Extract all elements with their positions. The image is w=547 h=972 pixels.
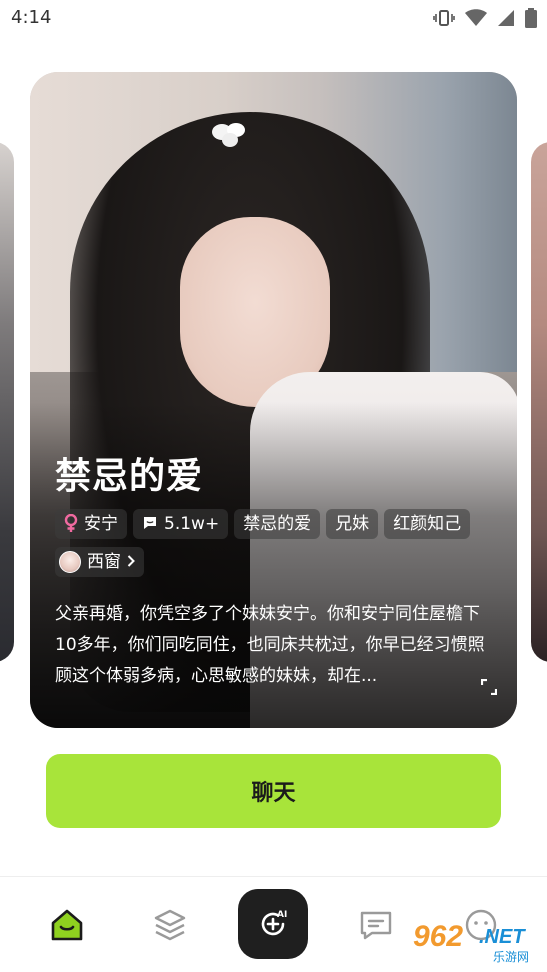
tag-label: 5.1w+ [164, 514, 220, 534]
chat-button[interactable]: 聊天 [46, 754, 501, 828]
vibrate-icon [433, 9, 455, 31]
home-icon [51, 909, 83, 941]
character-card[interactable]: 禁忌的爱 安宁 5.1w+ 禁忌的爱 兄妹 红颜知己 西窗 父亲再婚，你凭空多了… [30, 72, 517, 728]
hair-clip-decoration [212, 123, 245, 147]
card-description: 父亲再婚，你凭空多了个妹妹安宁。你和安宁同住屋檐下10多年，你们同吃同住，也同床… [55, 604, 485, 686]
author-avatar [59, 551, 81, 573]
card-title: 禁忌的爱 [55, 456, 204, 497]
author-name: 西窗 [87, 552, 121, 572]
battery-icon [525, 8, 537, 32]
status-time: 4:14 [11, 7, 52, 28]
layers-icon [154, 909, 186, 941]
nav-messages[interactable] [358, 907, 394, 943]
author-tag[interactable]: 西窗 [55, 547, 144, 577]
tag-chat-count: 5.1w+ [133, 509, 229, 539]
tag-row: 安宁 5.1w+ 禁忌的爱 兄妹 红颜知己 西窗 [55, 509, 505, 577]
previous-card-peek[interactable] [0, 142, 14, 662]
ai-create-icon: AI [261, 910, 287, 936]
chat-count-icon [142, 515, 158, 534]
chevron-right-icon [127, 547, 135, 577]
tag-label: 红颜知己 [393, 514, 462, 534]
signal-icon [497, 9, 515, 31]
status-bar: 4:14 [0, 0, 547, 36]
nav-home[interactable] [49, 907, 85, 943]
expand-icon[interactable] [481, 679, 497, 695]
tag-character: 安宁 [55, 509, 127, 539]
nav-discover[interactable] [152, 907, 188, 943]
next-card-peek[interactable] [531, 142, 547, 662]
tag-keyword: 禁忌的爱 [234, 509, 321, 539]
nav-ai-create[interactable]: AI [238, 889, 308, 959]
tag-label: 安宁 [84, 514, 118, 534]
status-icons [433, 8, 537, 32]
watermark-logo: 962 .NET 乐游网 [413, 918, 543, 968]
messages-icon [360, 911, 392, 940]
watermark-domain: .NET [479, 926, 525, 948]
tag-label: 禁忌的爱 [243, 514, 312, 534]
wifi-icon [465, 9, 487, 31]
ai-badge: AI [277, 910, 287, 920]
tag-keyword: 红颜知己 [384, 509, 471, 539]
watermark-number: 962 [413, 920, 464, 953]
watermark-sub: 乐游网 [493, 950, 530, 964]
female-icon [64, 513, 78, 535]
tag-keyword: 兄妹 [326, 509, 379, 539]
tag-label: 兄妹 [335, 514, 370, 534]
